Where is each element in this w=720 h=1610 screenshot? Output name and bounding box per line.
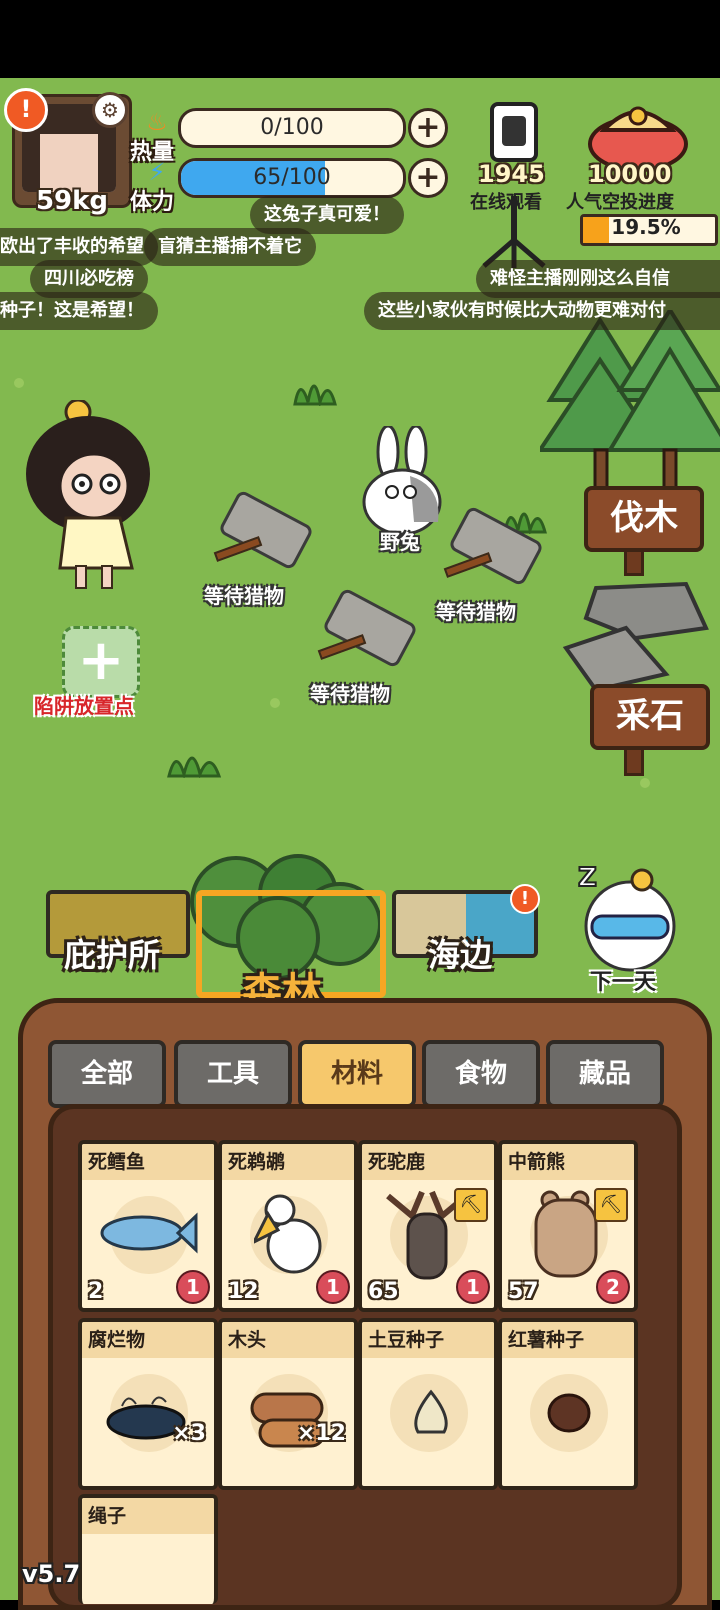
airdrop-percent: 19.5% xyxy=(611,215,681,239)
item-quantity: ×12 xyxy=(296,1421,346,1446)
grass-decor xyxy=(270,698,280,708)
calories-icon: ♨ xyxy=(146,108,168,136)
item-name: 死鹈鹕 xyxy=(222,1144,354,1180)
grass-tuft-icon xyxy=(293,384,337,406)
item-card[interactable]: 死鳕鱼 2 1 xyxy=(78,1140,218,1312)
airdrop-target: 10000 xyxy=(588,160,672,188)
item-stack: 1 xyxy=(316,1270,350,1304)
stamina-icon: ⚡ xyxy=(148,158,166,186)
item-count: 12 xyxy=(228,1279,259,1304)
rabbit-label: 野兔 xyxy=(380,530,420,554)
tab-category-collectibles[interactable]: 藏品 xyxy=(546,1040,664,1108)
sleeping-character-icon[interactable]: Z xyxy=(572,860,682,980)
svg-text:Z: Z xyxy=(578,863,597,893)
tab-category-all[interactable]: 全部 xyxy=(48,1040,166,1108)
item-name: 死鳕鱼 xyxy=(82,1144,214,1180)
viewer-label: 在线观看 xyxy=(470,192,542,213)
item-name: 死驼鹿 xyxy=(362,1144,494,1180)
potato-seed-icon xyxy=(414,1389,448,1434)
shovel-icon: ⛏ xyxy=(454,1188,488,1222)
item-card[interactable]: 绳子 xyxy=(78,1494,218,1604)
trap[interactable] xyxy=(206,489,315,572)
item-card[interactable]: 死鹈鹕 12 1 xyxy=(218,1140,358,1312)
item-card[interactable]: 死驼鹿 ⛏ 65 1 xyxy=(358,1140,498,1312)
airdrop-label: 人气空投进度 xyxy=(566,192,674,213)
item-count: 65 xyxy=(368,1279,399,1304)
version-label: v5.7 xyxy=(22,1560,81,1588)
item-card[interactable]: 土豆种子 xyxy=(358,1318,498,1490)
item-stack: 1 xyxy=(176,1270,210,1304)
item-card[interactable]: 中箭熊 ⛏ 57 2 xyxy=(498,1140,638,1312)
add-trap-button[interactable]: + xyxy=(62,626,140,698)
fish-icon xyxy=(100,1212,198,1254)
item-card[interactable]: 红薯种子 xyxy=(498,1318,638,1490)
trap-status: 等待猎物 xyxy=(310,682,390,706)
next-day-button[interactable]: 下一天 xyxy=(590,964,656,996)
status-bar xyxy=(0,0,720,78)
weight-value: 59kg xyxy=(35,186,109,216)
tab-category-tools[interactable]: 工具 xyxy=(174,1040,292,1108)
item-stack: 1 xyxy=(456,1270,490,1304)
add-stamina-button[interactable]: + xyxy=(408,158,448,198)
tab-category-materials[interactable]: 材料 xyxy=(298,1040,416,1108)
shovel-icon: ⛏ xyxy=(594,1188,628,1222)
item-count: 57 xyxy=(508,1279,539,1304)
alert-icon: ! xyxy=(510,884,540,914)
danmaku-comment: 盲猜主播捕不着它 xyxy=(144,228,316,266)
stamina-value: 65/100 xyxy=(253,165,331,190)
item-quantity: ×3 xyxy=(172,1421,206,1446)
stamina-bar: 65/100 xyxy=(178,158,406,198)
calories-value: 0/100 xyxy=(260,115,324,140)
item-name: 中箭熊 xyxy=(502,1144,634,1180)
grass-tuft-icon xyxy=(167,756,222,778)
sweet-potato-seed-icon xyxy=(547,1393,591,1433)
grass-decor xyxy=(640,778,650,788)
mine-stone-button[interactable]: 采石 xyxy=(590,684,710,750)
item-name: 红薯种子 xyxy=(502,1322,634,1358)
item-stack: 2 xyxy=(596,1270,630,1304)
pine-trees xyxy=(540,310,720,502)
chop-wood-button[interactable]: 伐木 xyxy=(584,486,704,552)
item-name: 腐烂物 xyxy=(82,1322,214,1358)
trap[interactable] xyxy=(310,587,419,670)
trap-status: 等待猎物 xyxy=(436,600,516,624)
tab-shelter-label: 庇护所 xyxy=(64,936,161,974)
viewer-count: 1945 xyxy=(478,160,545,188)
grass-decor xyxy=(14,378,24,388)
pelican-icon xyxy=(254,1194,322,1274)
danmaku-comment: 这些小家伙有时候比大动物更难对付 xyxy=(364,292,720,330)
item-card[interactable]: 木头 ×12 xyxy=(218,1318,358,1490)
tab-beach-label: 海边 xyxy=(428,936,493,974)
item-count: 2 xyxy=(88,1279,104,1304)
trap-slot-label: 陷阱放置点 xyxy=(34,694,134,718)
calories-bar: 0/100 xyxy=(178,108,406,148)
item-name: 绳子 xyxy=(82,1498,214,1534)
item-card[interactable]: 腐烂物 ×3 xyxy=(78,1318,218,1490)
trap[interactable] xyxy=(436,505,545,588)
add-calories-button[interactable]: + xyxy=(408,108,448,148)
trap-status: 等待猎物 xyxy=(204,584,284,608)
rock-pile xyxy=(562,581,709,693)
alert-icon[interactable]: ! xyxy=(4,88,48,132)
rabbit-icon[interactable] xyxy=(358,426,448,536)
player-character[interactable] xyxy=(20,400,160,600)
gear-icon[interactable]: ⚙ xyxy=(92,92,128,128)
stamina-label: 体力 xyxy=(130,190,175,215)
item-name: 土豆种子 xyxy=(362,1322,494,1358)
item-name: 木头 xyxy=(222,1322,354,1358)
danmaku-comment: 种子！这是希望！ xyxy=(0,292,158,330)
tab-category-food[interactable]: 食物 xyxy=(422,1040,540,1108)
